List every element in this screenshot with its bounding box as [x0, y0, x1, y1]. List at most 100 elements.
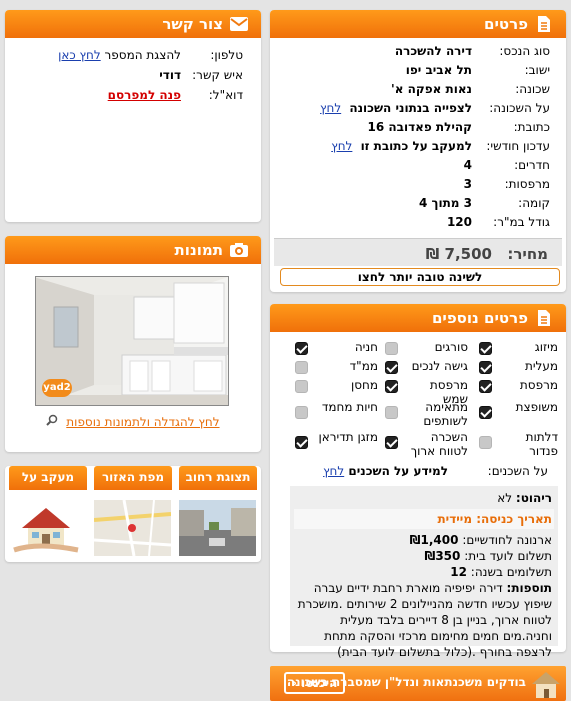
ad-house-icon [530, 670, 562, 698]
sleep-banner[interactable]: לשינה טובה יותר לחצו [280, 268, 560, 286]
phone-text: להצגת המספר [104, 48, 181, 62]
neighbors-link[interactable]: לחץ [323, 464, 344, 478]
detail-value: קהילת פאדובה 16 [368, 118, 473, 137]
feature-label: סורגים [434, 340, 468, 354]
detail-row: גודל במ"ר: 120 [270, 213, 566, 232]
detail-click-link[interactable]: לחץ [331, 139, 352, 153]
email-contact-link[interactable]: פנה למפרסם [108, 86, 181, 105]
feature-label: ממ"ד [349, 359, 378, 373]
checked-checkbox [295, 436, 308, 449]
detail-label: על השכונה: [489, 101, 550, 115]
detail-row: סוג הנכס: דירה להשכרה [270, 42, 566, 61]
unchecked-checkbox [295, 361, 308, 374]
feature-label: דלתות פנדור [525, 430, 558, 458]
extra-header: פרטים נוספים [270, 304, 566, 332]
detail-value-text: למעקב על כתובת זו [360, 139, 472, 153]
detail-value-text: 3 [463, 177, 472, 191]
phone-text-wrap: להצגת המספר לחץ כאן [58, 46, 181, 65]
feature-label: מעלית [524, 359, 558, 373]
detail-value: 3 [464, 175, 472, 194]
photos-panel: תמונות yad2 לחץ להגדלה ולתמונות נוספות [5, 236, 261, 452]
furniture-label: ריהוט: [515, 491, 552, 505]
unchecked-checkbox [479, 436, 492, 449]
additions-label: תוספות: [506, 581, 552, 595]
detail-value: למעקב על כתובת זו לחץ [331, 137, 472, 156]
furniture-value: לא [497, 491, 513, 505]
feature-label: חיות מחמד [321, 400, 378, 414]
contact-title: צור קשר [162, 15, 223, 33]
extra-title: פרטים נוספים [431, 309, 528, 327]
detail-value-text: דירה להשכרה [394, 44, 472, 58]
detail-value: לצפייה בנתוני השכונה לחץ [320, 99, 472, 118]
vaad-label: תשלום לועד בית: [464, 549, 552, 563]
detail-row: חדרים: 4 [270, 156, 566, 175]
detail-label: סוג הנכס: [499, 44, 550, 58]
arnona-row: ארנונה לחודשיים: ₪1,400 [296, 532, 552, 548]
detail-row: שכונה: נאות אפקה א' [270, 80, 566, 99]
neighbors-row: על השכנים: למידע על השכנים לחץ [270, 462, 566, 481]
unchecked-checkbox [385, 406, 398, 419]
document-icon [534, 308, 554, 328]
detail-row: עדכון חודשי: למעקב על כתובת זו לחץ [270, 137, 566, 156]
detail-value-text: 3 מתוך 4 [418, 196, 472, 210]
contact-header: צור קשר [5, 10, 261, 38]
kitchen-photo[interactable]: yad2 [35, 276, 229, 406]
extra-panel: פרטים נוספים מיזוג סורגים חניה מעלית גישה לנ… [270, 304, 566, 659]
enlarge-link[interactable]: לחץ להגדלה ולתמונות נוספות [66, 415, 219, 429]
camera-icon [229, 240, 249, 260]
area-map-thumb[interactable] [94, 500, 171, 556]
checked-checkbox [385, 380, 398, 393]
detail-row: ישוב: תל אביב יפו [270, 61, 566, 80]
detail-value-text: נאות אפקה א' [391, 82, 472, 96]
entry-label: תאריך כניסה: [476, 512, 552, 526]
contact-panel: צור קשר טלפון: להצגת המספר לחץ כאן איש ק… [5, 10, 261, 222]
detail-label: ישוב: [524, 63, 550, 77]
entry-row: תאריך כניסה: מיידית [294, 509, 554, 529]
detail-label: קומה: [518, 196, 550, 210]
detail-click-link[interactable]: לחץ [320, 101, 341, 115]
enlarge-row[interactable]: לחץ להגדלה ולתמונות נוספות [5, 414, 261, 429]
entry-value: מיידית [437, 512, 473, 526]
tab-area-map[interactable]: מפת האזור [94, 466, 172, 490]
photos-title: תמונות [174, 241, 223, 259]
detail-label: כתובת: [513, 120, 550, 134]
street-view-thumb[interactable] [179, 500, 256, 556]
tab-track-property[interactable]: מעקב על הנכס [9, 466, 87, 490]
detail-value: דירה להשכרה [395, 42, 472, 61]
price-bar: מחיר: 7,500 ₪ [274, 238, 562, 266]
checked-checkbox [479, 342, 492, 355]
checked-checkbox [479, 361, 492, 374]
house-track-thumb[interactable] [8, 500, 85, 556]
feature-checkbox-item: מזגן תדיראן [292, 430, 378, 460]
detail-label: מרפסות: [504, 177, 550, 191]
feature-checkbox-item: משופצת [472, 400, 558, 430]
feature-label: מיזוג [534, 340, 558, 354]
detail-value-text: קהילת פאדובה 16 [367, 120, 473, 134]
detail-value: 120 [447, 213, 472, 232]
detail-value-text: לצפייה בנתוני השכונה [349, 101, 472, 115]
yad2-watermark: yad2 [42, 379, 72, 397]
feature-label: מרפסת [519, 378, 558, 392]
person-row: איש קשר: דודי [5, 66, 261, 85]
ad-banner[interactable]: בודקים משכנתאות ונדל"ן שמסברת בשכונה היכ… [270, 666, 566, 701]
additions-row: תוספות: דירה יפיפיה מוארת רחבת ידיים עבר… [296, 580, 552, 660]
person-value: דודי [159, 68, 181, 82]
zoom-icon [46, 414, 58, 429]
person-label: איש קשר: [192, 68, 243, 82]
feature-checkbox-item: חיות מחמד [292, 400, 378, 430]
neighbors-wrap: למידע על השכנים לחץ [323, 462, 448, 481]
feature-checkbox-item: דלתות פנדור [472, 430, 558, 460]
feature-label: מזגן תדיראן [318, 430, 378, 444]
phone-reveal-link[interactable]: לחץ כאן [58, 48, 101, 62]
chevron-left-icon: ‹ [292, 676, 297, 690]
ad-enter-button[interactable]: היכנסו ‹ [284, 672, 346, 694]
detail-value: תל אביב יפו [406, 61, 472, 80]
payments-value: 12 [450, 565, 467, 579]
tab-street-view[interactable]: תצוגת רחוב [179, 466, 257, 490]
details-panel: פרטים סוג הנכס: דירה להשכרה ישוב: תל אביב י… [270, 10, 566, 292]
checked-checkbox [479, 380, 492, 393]
unchecked-checkbox [295, 406, 308, 419]
detail-value-text: 120 [446, 215, 472, 229]
checked-checkbox [295, 342, 308, 355]
photos-header: תמונות [5, 236, 261, 264]
